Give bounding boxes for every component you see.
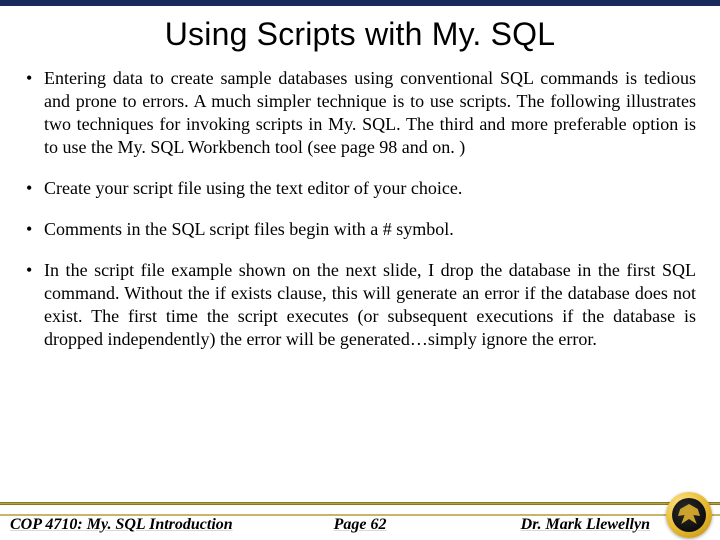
bullet-item: Comments in the SQL script files begin w…: [24, 218, 696, 241]
footer-page-number: Page 62: [334, 516, 387, 534]
bullet-list: Entering data to create sample databases…: [24, 67, 696, 351]
footer: COP 4710: My. SQL Introduction Page 62 D…: [0, 494, 720, 540]
slide-body: Using Scripts with My. SQL Entering data…: [0, 6, 720, 351]
logo-outer-circle: [666, 492, 712, 538]
slide-title: Using Scripts with My. SQL: [24, 16, 696, 53]
bullet-item: Entering data to create sample databases…: [24, 67, 696, 159]
bullet-item: In the script file example shown on the …: [24, 259, 696, 351]
footer-course: COP 4710: My. SQL Introduction: [10, 516, 233, 534]
footer-divider: [0, 502, 720, 505]
bullet-item: Create your script file using the text e…: [24, 177, 696, 200]
ucf-pegasus-logo: [666, 492, 712, 538]
footer-author: Dr. Mark Llewellyn: [521, 516, 650, 534]
